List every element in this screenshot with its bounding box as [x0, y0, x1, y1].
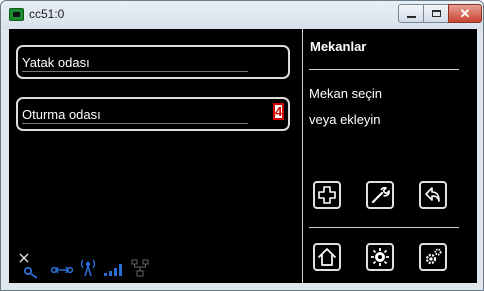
close-button[interactable]: ✕ [448, 4, 482, 23]
panel-divider [302, 29, 303, 283]
room-count-badge: 4 [273, 103, 284, 120]
undo-icon [425, 187, 440, 202]
toolbar-divider [309, 227, 459, 228]
back-button[interactable] [419, 181, 447, 209]
plus-icon [318, 186, 336, 204]
window-title: cc51:0 [29, 7, 65, 21]
edit-room-button[interactable] [366, 181, 394, 209]
wrench-icon [371, 186, 390, 204]
close-icon: ✕ [459, 6, 471, 21]
add-room-button[interactable] [313, 181, 341, 209]
signal-bars-icon [104, 264, 122, 276]
scene-icon [371, 248, 389, 266]
room-item-bedroom[interactable]: Yatak odası [16, 45, 290, 79]
gears-icon [425, 248, 442, 265]
room-underline [22, 123, 248, 124]
minimize-button[interactable] [398, 4, 424, 23]
app-icon [9, 8, 24, 21]
antenna-off-icon [19, 253, 38, 279]
settings-button[interactable] [419, 243, 447, 271]
app-screen: Yatak odası Oturma odası 4 Mekanlar Meka… [9, 29, 477, 283]
title-bar[interactable]: cc51:0 ✕ [1, 1, 483, 29]
maximize-icon [431, 10, 441, 17]
room-label: Yatak odası [22, 55, 90, 70]
minimize-icon [406, 15, 416, 18]
network-icon [131, 259, 149, 277]
maximize-button[interactable] [423, 4, 449, 23]
home-button[interactable] [313, 243, 341, 271]
room-underline [22, 71, 248, 72]
room-item-living-room[interactable]: Oturma odası 4 [16, 97, 290, 131]
scenes-button[interactable] [366, 243, 394, 271]
panel-hint-line1: Mekan seçin [309, 86, 382, 101]
link-icon [51, 266, 73, 274]
signal-tower-icon [81, 259, 95, 277]
home-icon [318, 248, 336, 266]
panel-title-rule [309, 69, 459, 70]
app-window: cc51:0 ✕ Yatak odası Oturma odası 4 Meka… [0, 0, 484, 291]
panel-hint-line2: veya ekleyin [309, 112, 381, 127]
room-label: Oturma odası [22, 107, 101, 122]
panel-title: Mekanlar [310, 39, 367, 54]
